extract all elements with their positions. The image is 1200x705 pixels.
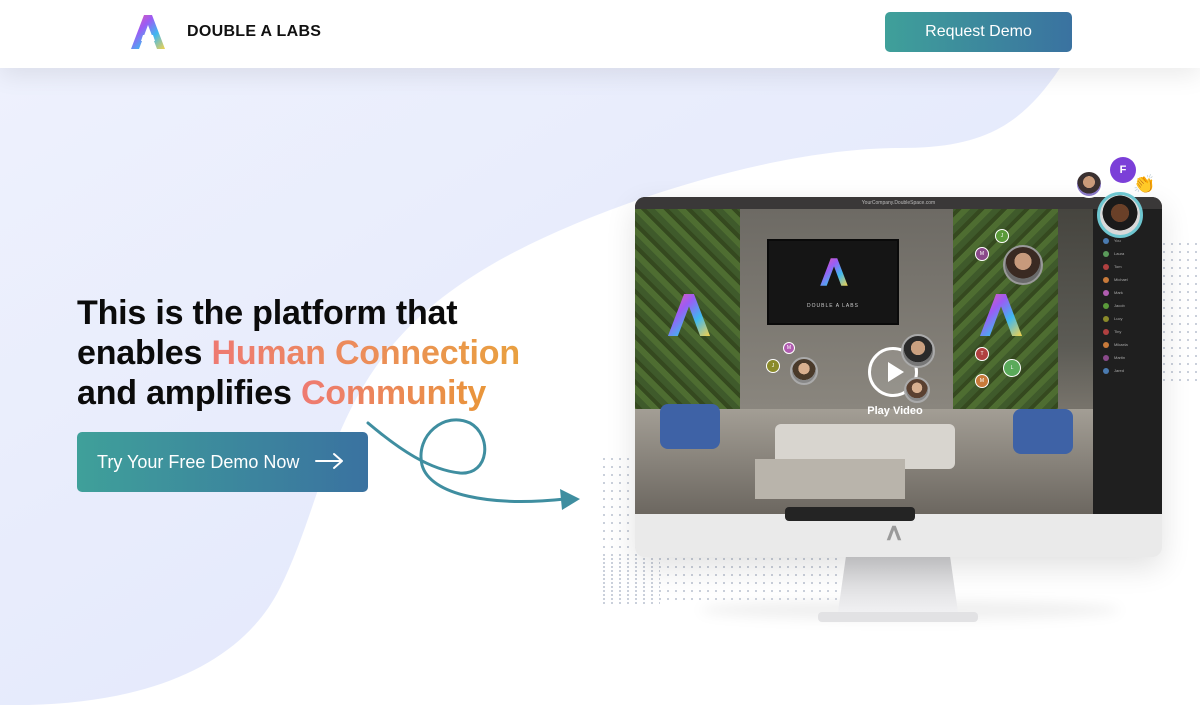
bubble-letter: M bbox=[786, 345, 792, 351]
participant-name: Mikaela bbox=[1114, 342, 1128, 347]
participant-video-avatar[interactable] bbox=[790, 357, 818, 385]
participant-row[interactable]: Tom bbox=[1093, 260, 1162, 273]
tv-screen: DOUBLE A LABS bbox=[767, 239, 899, 325]
request-demo-button[interactable]: Request Demo bbox=[885, 12, 1072, 52]
headline-line-3-prefix: and amplifies bbox=[77, 374, 301, 412]
dot-pattern-bottom bbox=[600, 555, 840, 605]
monitor-stand bbox=[818, 556, 978, 622]
participant-row[interactable]: Mikaela bbox=[1093, 338, 1162, 351]
participant-bubble[interactable]: T bbox=[975, 347, 989, 361]
participant-bubble[interactable]: J bbox=[995, 229, 1009, 243]
participant-bubble[interactable]: L bbox=[1003, 359, 1021, 377]
bubble-letter: J bbox=[1000, 233, 1004, 239]
monitor-screen: YourCompany.DoubleSpace.com DOUBLE A LAB… bbox=[635, 197, 1162, 521]
browser-url-bar: YourCompany.DoubleSpace.com bbox=[635, 197, 1162, 209]
participant-row[interactable]: Jared bbox=[1093, 364, 1162, 377]
floating-avatar-man bbox=[1075, 170, 1103, 198]
participant-dot bbox=[1103, 302, 1109, 309]
headline-highlight-community: Community bbox=[300, 374, 487, 412]
participant-row[interactable]: Martin bbox=[1093, 351, 1162, 364]
arrow-right-icon bbox=[315, 453, 343, 469]
participant-dot bbox=[1103, 250, 1109, 257]
squiggle-arrow-icon bbox=[366, 418, 580, 510]
neon-logo-right-icon bbox=[979, 293, 1023, 337]
bubble-letter: M bbox=[979, 251, 985, 257]
bubble-letter: L bbox=[1010, 365, 1014, 371]
participant-dot bbox=[1103, 276, 1109, 283]
tv-logo-icon bbox=[820, 258, 848, 286]
participant-dot bbox=[1103, 354, 1109, 361]
participant-name: Mark bbox=[1114, 290, 1123, 295]
participant-row[interactable]: Lucy bbox=[1093, 312, 1162, 325]
blue-chair-left bbox=[660, 404, 720, 449]
top-navbar: DOUBLE A LABS Request Demo bbox=[0, 0, 1200, 68]
brand-name: DOUBLE A LABS bbox=[187, 23, 322, 40]
participant-row[interactable]: Laura bbox=[1093, 247, 1162, 260]
participant-dot bbox=[1103, 237, 1109, 244]
play-video-label: Play Video bbox=[867, 405, 923, 417]
try-free-demo-button[interactable]: Try Your Free Demo Now bbox=[77, 432, 368, 492]
monitor-frame: YourCompany.DoubleSpace.com DOUBLE A LAB… bbox=[635, 197, 1162, 557]
headline-line-1: This is the platform that bbox=[77, 294, 458, 332]
floating-avatar-speaker bbox=[1097, 192, 1143, 238]
participant-name: Tiny bbox=[1114, 329, 1122, 334]
participant-bubble[interactable]: M bbox=[975, 374, 989, 388]
participant-dot bbox=[1103, 263, 1109, 270]
participant-dot bbox=[1103, 289, 1109, 296]
participant-video-avatar[interactable] bbox=[904, 377, 930, 403]
participant-row[interactable]: Jacob bbox=[1093, 299, 1162, 312]
participant-name: Lucy bbox=[1114, 316, 1123, 321]
participant-name: Tom bbox=[1114, 264, 1122, 269]
hero-headline: This is the platform that enables Human … bbox=[77, 293, 597, 413]
participant-name: Martin bbox=[1114, 355, 1126, 360]
clap-emoji-icon: 👏 bbox=[1133, 174, 1156, 194]
participant-bubble[interactable]: M bbox=[975, 247, 989, 261]
tv-brand: DOUBLE A LABS bbox=[807, 303, 859, 309]
participant-row[interactable]: Mark bbox=[1093, 286, 1162, 299]
participant-dot bbox=[1103, 341, 1109, 348]
headline-highlight-human-connection: Human Connection bbox=[211, 334, 520, 372]
dot-pattern-right bbox=[1160, 240, 1200, 385]
participant-name: Jacob bbox=[1114, 303, 1125, 308]
participant-dot bbox=[1103, 367, 1109, 374]
bubble-letter: T bbox=[980, 351, 984, 357]
participant-name: Jared bbox=[1114, 368, 1125, 373]
virtual-room-scene[interactable]: DOUBLE A LABS J M M J T L M Play Video bbox=[635, 209, 1093, 521]
cta-label: Try Your Free Demo Now bbox=[97, 451, 300, 472]
headline-line-2-prefix: enables bbox=[77, 334, 212, 372]
participant-video-avatar[interactable] bbox=[901, 334, 935, 368]
participant-bubble[interactable]: J bbox=[766, 359, 780, 373]
participant-name: You bbox=[1114, 238, 1121, 243]
participant-name: Michael bbox=[1114, 277, 1128, 282]
participant-dot bbox=[1103, 328, 1109, 335]
participant-dot bbox=[1103, 315, 1109, 322]
participant-bubble[interactable]: M bbox=[783, 342, 795, 354]
participant-video-avatar[interactable] bbox=[1003, 245, 1043, 285]
bubble-letter: M bbox=[979, 378, 985, 384]
participants-sidebar: You Laura Tom Michael Mark Jacob Lucy Ti… bbox=[1093, 209, 1162, 514]
blue-chair-right bbox=[1013, 409, 1073, 454]
meeting-toolbar[interactable] bbox=[785, 507, 915, 521]
monitor-chin-logo-icon bbox=[886, 525, 902, 541]
neon-logo-left-icon bbox=[667, 293, 711, 337]
double-a-logo-icon[interactable] bbox=[127, 11, 169, 53]
participant-name: Laura bbox=[1114, 251, 1125, 256]
avatar-letter: F bbox=[1119, 164, 1127, 176]
participant-row[interactable]: Tiny bbox=[1093, 325, 1162, 338]
bubble-letter: J bbox=[771, 363, 775, 369]
coffee-table bbox=[755, 459, 905, 499]
participant-row[interactable]: Michael bbox=[1093, 273, 1162, 286]
